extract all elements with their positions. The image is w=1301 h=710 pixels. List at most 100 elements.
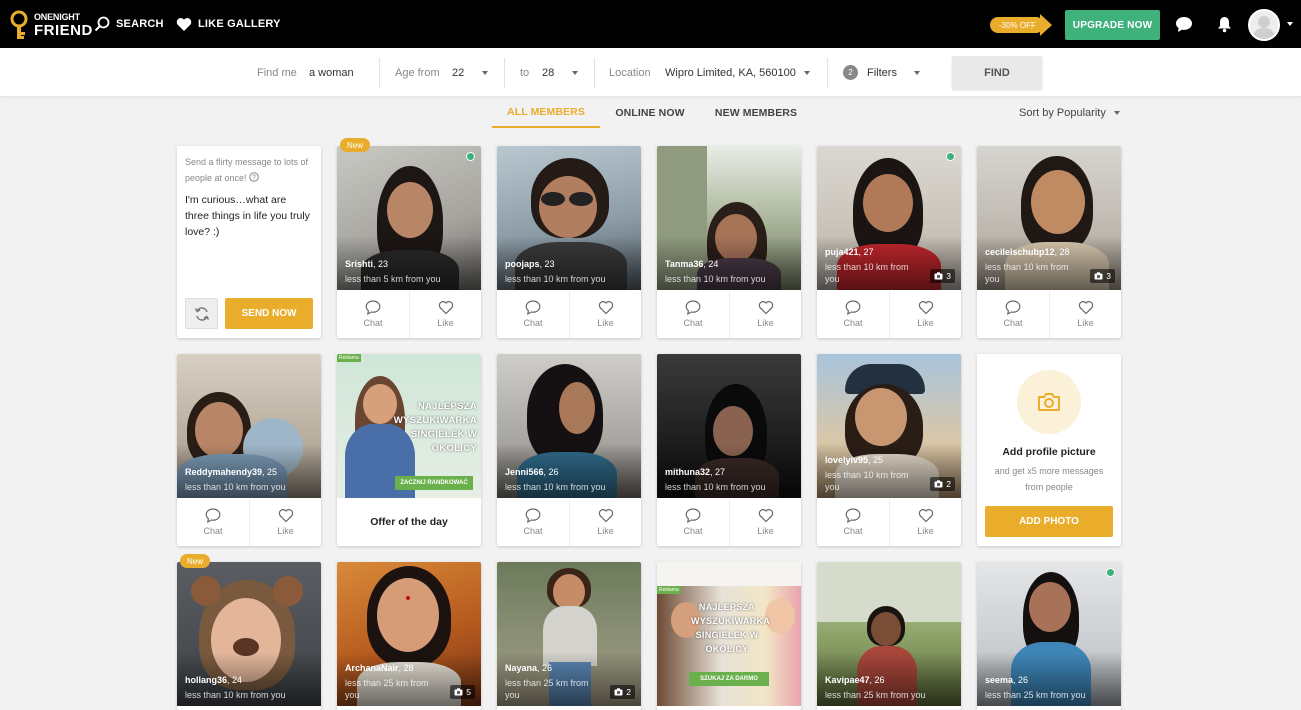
member-card[interactable]: hollang36, 24 less than 10 km from you xyxy=(177,562,321,710)
member-card[interactable]: puja421, 27 less than 10 km from you 3 C… xyxy=(817,146,961,338)
offer-card[interactable]: Reklama NAJLEPSZA WYSZUKIWARKA SINGIELEK… xyxy=(337,354,481,546)
tab-online-now[interactable]: ONLINE NOW xyxy=(608,98,692,128)
like-button[interactable]: Like xyxy=(729,290,801,338)
member-username: ArchanaNair xyxy=(345,663,399,673)
member-photo[interactable]: ArchanaNair, 28 less than 25 km from you… xyxy=(337,562,481,706)
chat-button[interactable]: Chat xyxy=(657,498,729,546)
member-photo[interactable]: Tanma36, 24 less than 10 km from you xyxy=(657,146,801,290)
discount-badge[interactable]: -30% OFF xyxy=(990,14,1054,36)
age-to-select[interactable]: 28 xyxy=(542,48,554,97)
heart-icon xyxy=(176,17,192,31)
heart-icon xyxy=(278,509,293,523)
chat-button[interactable]: Chat xyxy=(177,498,249,546)
chat-button[interactable]: Chat xyxy=(497,290,569,338)
tab-all-members[interactable]: ALL MEMBERS xyxy=(492,98,600,128)
member-card[interactable]: Nayana, 26 less than 25 km from you 2 xyxy=(497,562,641,710)
chevron-down-icon[interactable] xyxy=(914,71,920,75)
like-button[interactable]: Like xyxy=(569,498,641,546)
member-photo[interactable]: Reddymahendy39, 25 less than 10 km from … xyxy=(177,354,321,498)
sort-dropdown[interactable]: Sort by Popularity xyxy=(1019,98,1120,128)
member-card[interactable]: Jenni566, 26 less than 10 km from you Ch… xyxy=(497,354,641,546)
nav-search[interactable]: SEARCH xyxy=(94,0,164,48)
member-photo[interactable]: Nayana, 26 less than 25 km from you 2 xyxy=(497,562,641,706)
like-button[interactable]: Like xyxy=(1049,290,1121,338)
like-label: Like xyxy=(757,318,774,328)
chat-button[interactable]: Chat xyxy=(817,290,889,338)
find-me-select[interactable]: a woman xyxy=(309,48,354,97)
member-card[interactable]: poojaps, 23 less than 10 km from you Cha… xyxy=(497,146,641,338)
refresh-message-button[interactable] xyxy=(185,298,218,329)
member-name: Nayana, 26 xyxy=(505,663,552,673)
member-card[interactable]: ArchanaNair, 28 less than 25 km from you… xyxy=(337,562,481,710)
avatar-dropdown-caret[interactable] xyxy=(1287,22,1293,26)
notifications-button[interactable] xyxy=(1214,14,1234,34)
member-card[interactable]: Kavipae47, 26 less than 25 km from you xyxy=(817,562,961,710)
messages-button[interactable] xyxy=(1174,14,1194,34)
upgrade-now-button[interactable]: UPGRADE NOW xyxy=(1065,10,1160,40)
like-label: Like xyxy=(917,318,934,328)
age-from-select[interactable]: 22 xyxy=(452,48,464,97)
ad-cta-button[interactable]: ZACZNIJ RANDKOWAĆ xyxy=(395,476,473,490)
send-now-button[interactable]: SEND NOW xyxy=(225,298,313,329)
user-silhouette-icon xyxy=(1253,16,1275,39)
add-photo-circle[interactable] xyxy=(1017,370,1081,434)
like-button[interactable]: Like xyxy=(729,498,801,546)
member-photo[interactable]: Jenni566, 26 less than 10 km from you xyxy=(497,354,641,498)
like-button[interactable]: Like xyxy=(889,290,961,338)
offer-card[interactable]: Reklama NAJLEPSZA WYSZUKIWARKA SINGIELEK… xyxy=(657,562,801,710)
brand-logo[interactable]: ONENIGHT FRIEND xyxy=(10,8,92,42)
member-photo[interactable]: poojaps, 23 less than 10 km from you xyxy=(497,146,641,290)
member-card[interactable]: Tanma36, 24 less than 10 km from you Cha… xyxy=(657,146,801,338)
chat-label: Chat xyxy=(683,526,703,536)
member-photo[interactable]: cecilelschubp12, 28 less than 10 km from… xyxy=(977,146,1121,290)
member-actions: Chat Like xyxy=(977,290,1121,338)
chevron-down-icon xyxy=(1113,111,1120,115)
member-card[interactable]: Srishti, 23 less than 5 km from you Chat… xyxy=(337,146,481,338)
member-card[interactable]: lovelyiv95, 25 less than 10 km from you … xyxy=(817,354,961,546)
like-button[interactable]: Like xyxy=(249,498,321,546)
member-photo[interactable]: lovelyiv95, 25 less than 10 km from you … xyxy=(817,354,961,498)
chat-button[interactable]: Chat xyxy=(497,498,569,546)
chat-button[interactable]: Chat xyxy=(977,290,1049,338)
member-photo[interactable]: mithuna32, 27 less than 10 km from you xyxy=(657,354,801,498)
member-photo[interactable]: puja421, 27 less than 10 km from you 3 xyxy=(817,146,961,290)
like-button[interactable]: Like xyxy=(409,290,481,338)
member-photo[interactable]: hollang36, 24 less than 10 km from you xyxy=(177,562,321,706)
like-label: Like xyxy=(597,526,614,536)
member-photo[interactable]: seema, 26 less than 25 km from you xyxy=(977,562,1121,706)
member-photo[interactable]: Srishti, 23 less than 5 km from you xyxy=(337,146,481,290)
ad-banner[interactable]: Reklama NAJLEPSZA WYSZUKIWARKA SINGIELEK… xyxy=(657,562,801,706)
chat-button[interactable]: Chat xyxy=(817,498,889,546)
filters-dropdown[interactable]: Filters xyxy=(867,48,897,97)
add-photo-button[interactable]: ADD PHOTO xyxy=(985,506,1113,537)
location-select[interactable]: Wipro Limited, KA, 560100 xyxy=(665,48,796,97)
bulk-message-text[interactable]: I'm curious…what are three things in lif… xyxy=(185,192,313,240)
chevron-down-icon[interactable] xyxy=(572,71,578,75)
user-avatar[interactable] xyxy=(1248,9,1280,41)
chevron-down-icon[interactable] xyxy=(804,71,810,75)
brand-line-2: FRIEND xyxy=(34,22,93,39)
member-card[interactable]: mithuna32, 27 less than 10 km from you C… xyxy=(657,354,801,546)
member-photo[interactable]: Kavipae47, 26 less than 25 km from you xyxy=(817,562,961,706)
find-button[interactable]: FIND xyxy=(952,56,1042,89)
nav-like-gallery-label: LIKE GALLERY xyxy=(198,18,281,30)
heart-icon xyxy=(918,301,933,315)
member-distance: less than 10 km from you xyxy=(185,482,286,492)
ad-banner[interactable]: Reklama NAJLEPSZA WYSZUKIWARKA SINGIELEK… xyxy=(337,354,481,498)
like-button[interactable]: Like xyxy=(569,290,641,338)
chat-button[interactable]: Chat xyxy=(657,290,729,338)
member-card[interactable]: Reddymahendy39, 25 less than 10 km from … xyxy=(177,354,321,546)
member-card[interactable]: cecilelschubp12, 28 less than 10 km from… xyxy=(977,146,1121,338)
ad-cta-button[interactable]: SZUKAJ ZA DARMO xyxy=(689,672,769,686)
help-icon[interactable]: ? xyxy=(249,172,259,182)
member-age: , 28 xyxy=(1054,247,1070,257)
like-button[interactable]: Like xyxy=(889,498,961,546)
member-name: ArchanaNair, 28 xyxy=(345,663,414,673)
member-card[interactable]: seema, 26 less than 25 km from you xyxy=(977,562,1121,710)
chevron-down-icon[interactable] xyxy=(482,71,488,75)
heart-icon xyxy=(438,301,453,315)
tab-new-members[interactable]: NEW MEMBERS xyxy=(708,98,804,128)
member-name: lovelyiv95, 25 xyxy=(825,455,883,465)
nav-like-gallery[interactable]: LIKE GALLERY xyxy=(176,0,281,48)
chat-button[interactable]: Chat xyxy=(337,290,409,338)
